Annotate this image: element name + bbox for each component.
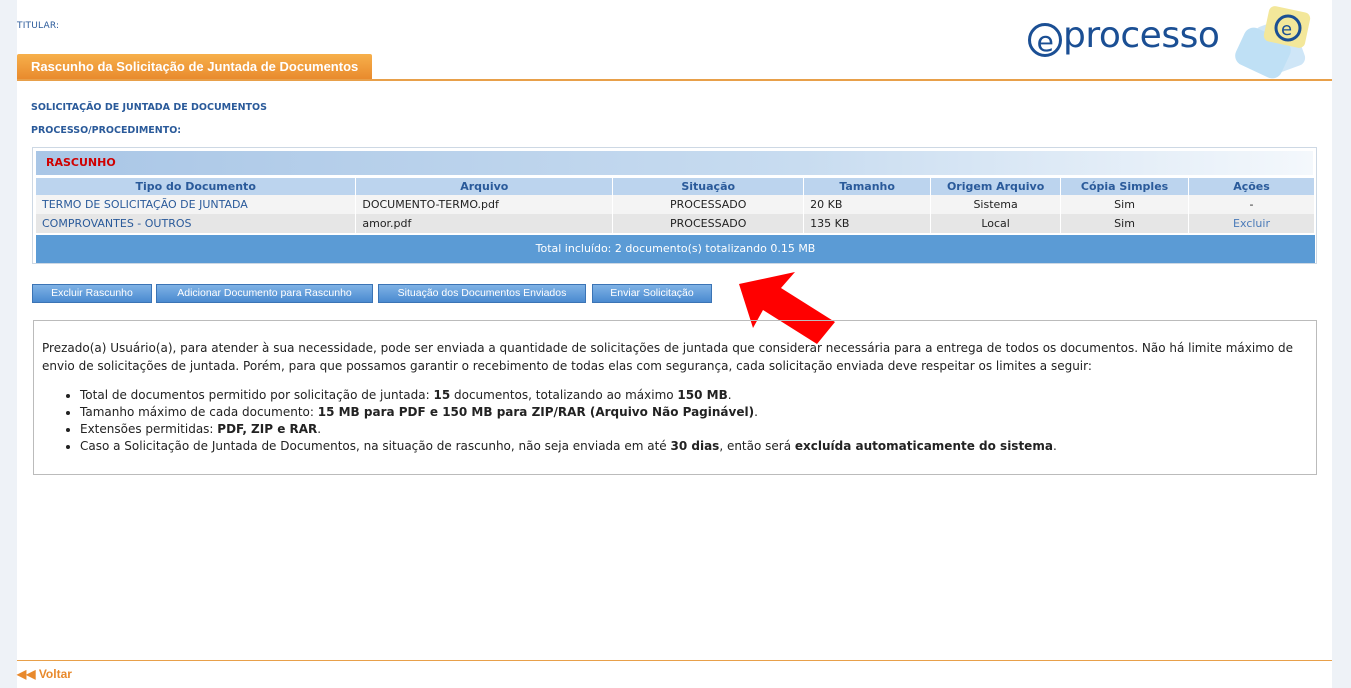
doc-size: 135 KB	[803, 214, 932, 233]
limit-value: PDF, ZIP e RAR	[217, 422, 318, 436]
info-panel: Prezado(a) Usuário(a), para atender à su…	[33, 320, 1317, 475]
limit-value: excluída automaticamente do sistema	[794, 439, 1053, 453]
limit-item: Tamanho máximo de cada documento: 15 MB …	[80, 404, 1300, 421]
col-copia: Cópia Simples	[1060, 178, 1190, 195]
limit-text: , então será	[719, 439, 795, 453]
limit-text: Caso a Solicitação de Juntada de Documen…	[80, 439, 671, 453]
doc-origin: Local	[930, 214, 1062, 233]
col-tipo: Tipo do Documento	[36, 178, 357, 195]
col-origem: Origem Arquivo	[930, 178, 1062, 195]
doc-origin: Sistema	[930, 195, 1062, 214]
doc-size: 20 KB	[803, 195, 932, 214]
doc-copy: Sim	[1060, 195, 1190, 214]
limit-text: .	[317, 422, 322, 436]
limit-text: Tamanho máximo de cada documento:	[80, 405, 318, 419]
table-row: COMPROVANTES - OUTROS amor.pdf PROCESSAD…	[36, 214, 1315, 233]
solicitacao-label: SOLICITAÇÃO DE JUNTADA DE DOCUMENTOS	[31, 102, 267, 113]
col-arquivo: Arquivo	[355, 178, 614, 195]
footer-divider	[17, 660, 1332, 661]
limit-text: documentos, totalizando ao máximo	[450, 388, 678, 402]
situacao-documentos-button[interactable]: Situação dos Documentos Enviados	[378, 284, 586, 303]
doc-file: DOCUMENTO-TERMO.pdf	[355, 195, 614, 214]
info-intro: Prezado(a) Usuário(a), para atender à su…	[42, 341, 1294, 373]
col-situacao: Situação	[612, 178, 805, 195]
doc-copy: Sim	[1060, 214, 1190, 233]
limit-value: 30 dias	[670, 439, 720, 453]
tab-divider	[17, 79, 1332, 81]
limit-item: Total de documentos permitido por solici…	[80, 387, 1300, 404]
processo-label: PROCESSO/PROCEDIMENTO:	[31, 125, 182, 136]
adicionar-documento-button[interactable]: Adicionar Documento para Rascunho	[156, 284, 373, 303]
table-row: TERMO DE SOLICITAÇÃO DE JUNTADA DOCUMENT…	[36, 195, 1315, 214]
limit-item: Caso a Solicitação de Juntada de Documen…	[80, 438, 1300, 455]
col-acoes: Ações	[1188, 178, 1315, 195]
voltar-label: Voltar	[38, 667, 72, 681]
enviar-solicitacao-button[interactable]: Enviar Solicitação	[592, 284, 712, 303]
limit-value: 15	[433, 388, 451, 402]
logo-e-mark: e	[1028, 23, 1062, 58]
delete-doc-link[interactable]: Excluir	[1188, 214, 1315, 233]
total-summary-bar: Total incluído: 2 documento(s) totalizan…	[36, 235, 1315, 263]
documents-table: Tipo do Documento Arquivo Situação Taman…	[36, 178, 1315, 233]
page-title-tab: Rascunho da Solicitação de Juntada de Do…	[17, 54, 373, 80]
doc-status: PROCESSADO	[612, 214, 805, 233]
logo-text: e processo	[1028, 15, 1220, 58]
limit-value: 15 MB para PDF e 150 MB para ZIP/RAR (Ar…	[317, 405, 755, 419]
doc-type-link[interactable]: COMPROVANTES - OUTROS	[36, 214, 357, 233]
limit-text: Total de documentos permitido por solici…	[80, 388, 434, 402]
eprocesso-logo: e e processo	[1028, 3, 1318, 79]
svg-text:e: e	[1281, 19, 1292, 40]
page-container: TITULAR: e e processo Rascunho da Solicit…	[17, 0, 1332, 688]
limit-text: .	[727, 388, 732, 402]
excluir-rascunho-button[interactable]: Excluir Rascunho	[32, 284, 152, 303]
limit-text: .	[1052, 439, 1057, 453]
doc-file: amor.pdf	[355, 214, 614, 233]
limit-value: 150 MB	[677, 388, 728, 402]
col-tamanho: Tamanho	[803, 178, 932, 195]
doc-actions: -	[1188, 195, 1315, 214]
limit-item: Extensões permitidas: PDF, ZIP e RAR.	[80, 421, 1300, 438]
table-header-row: Tipo do Documento Arquivo Situação Taman…	[36, 178, 1315, 195]
limit-text: .	[754, 405, 758, 419]
limit-text: Extensões permitidas:	[80, 422, 218, 436]
titular-label: TITULAR:	[17, 21, 60, 31]
doc-status: PROCESSADO	[612, 195, 805, 214]
doc-type-link[interactable]: TERMO DE SOLICITAÇÃO DE JUNTADA	[36, 195, 357, 214]
logo-word: processo	[1063, 15, 1220, 56]
rascunho-panel: RASCUNHO Tipo do Documento Arquivo Situa…	[32, 147, 1317, 264]
rascunho-title: RASCUNHO	[36, 151, 1313, 175]
voltar-link[interactable]: ◀◀ Voltar	[17, 667, 72, 681]
double-left-arrow-icon: ◀◀	[17, 667, 36, 681]
limits-list: Total de documentos permitido por solici…	[42, 387, 1300, 455]
